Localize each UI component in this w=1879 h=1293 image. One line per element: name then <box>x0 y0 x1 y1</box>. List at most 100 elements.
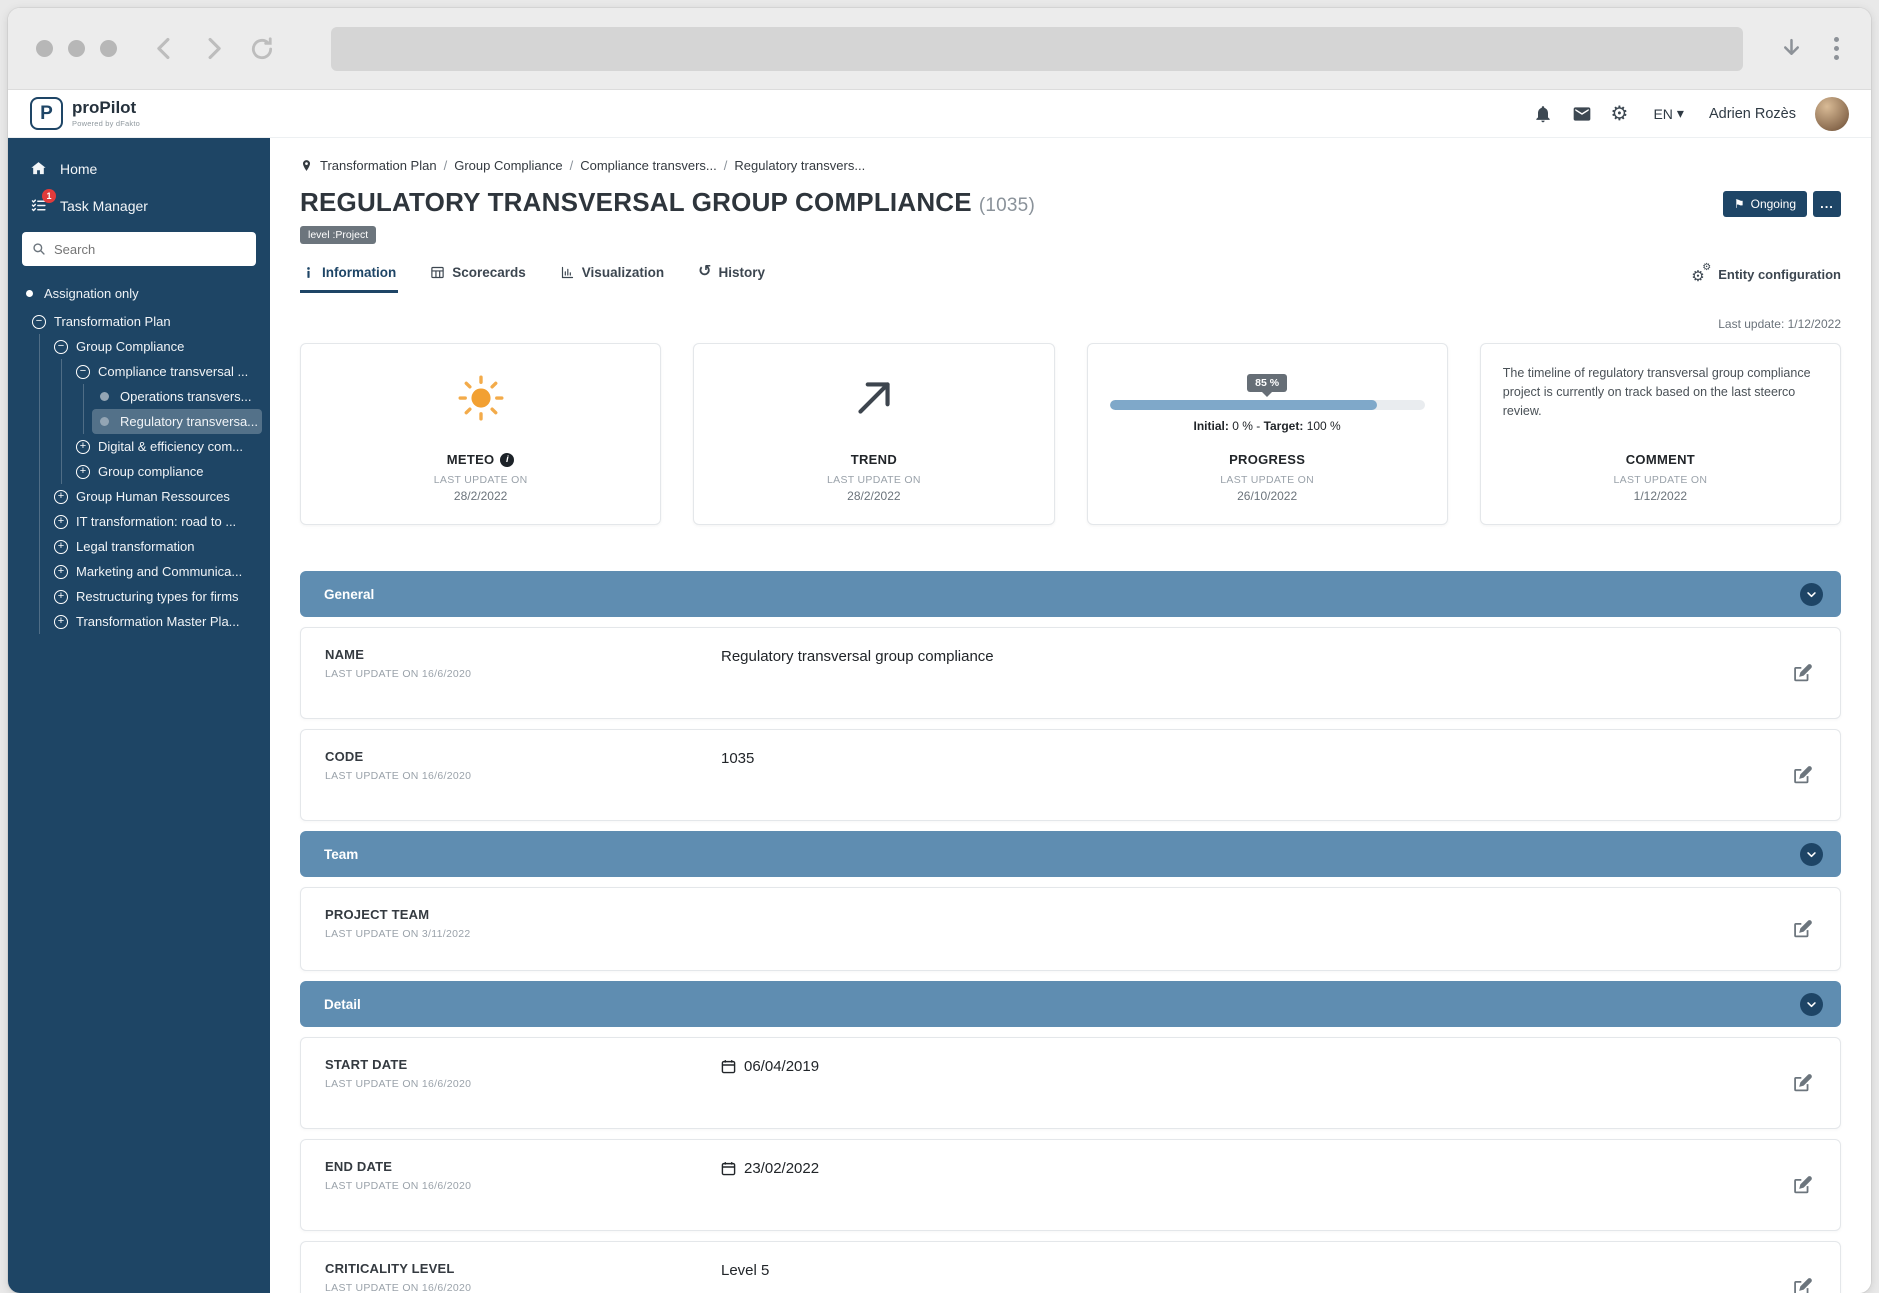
pencil-square-icon <box>1793 1074 1812 1093</box>
expand-icon[interactable]: + <box>54 515 68 529</box>
gears-icon: ⚙ ⚙ <box>1691 265 1711 283</box>
breadcrumb-item[interactable]: Regulatory transvers... <box>734 158 865 173</box>
brand-tagline: Powered by dFakto <box>72 119 140 128</box>
meteo-card[interactable]: METEO i LAST UPDATE ON 28/2/2022 <box>300 343 661 525</box>
task-badge: 1 <box>42 189 56 203</box>
brand-mark-icon: P <box>30 97 63 130</box>
expand-icon[interactable]: + <box>76 465 90 479</box>
app-window: P proPilot Powered by dFakto ⚙ EN ▾ Adri… <box>8 8 1871 1293</box>
expand-icon[interactable]: + <box>54 490 68 504</box>
search-input[interactable] <box>22 232 256 266</box>
section-header-detail[interactable]: Detail <box>300 981 1841 1027</box>
chevron-down-icon[interactable] <box>1800 843 1823 866</box>
edit-button[interactable] <box>1789 1172 1816 1199</box>
breadcrumb-item[interactable]: Compliance transvers... <box>580 158 717 173</box>
card-meta: LAST UPDATE ON <box>827 474 921 486</box>
edit-button[interactable] <box>1789 762 1816 789</box>
tab-history[interactable]: ↺ History <box>696 264 767 293</box>
tab-visualization[interactable]: Visualization <box>558 264 666 293</box>
tree-item-operations-transversal[interactable]: Operations transvers... <box>92 384 262 409</box>
info-circle-icon[interactable]: i <box>500 453 514 467</box>
section-header-team[interactable]: Team <box>300 831 1841 877</box>
tree-item-label: Restructuring types for firms <box>76 589 239 604</box>
sidebar-item-task-manager[interactable]: 1 Task Manager <box>8 187 270 224</box>
tree-item-group-compliance-child[interactable]: + Group compliance <box>70 459 262 484</box>
tree-item-label: Group compliance <box>98 464 204 479</box>
download-icon <box>1779 36 1804 61</box>
field-meta: LAST UPDATE ON 16/6/2020 <box>325 1180 721 1192</box>
collapse-icon[interactable]: − <box>54 340 68 354</box>
edit-button[interactable] <box>1789 1070 1816 1097</box>
avatar[interactable] <box>1815 97 1849 131</box>
breadcrumb-separator: / <box>444 158 448 173</box>
user-name: Adrien Rozès <box>1709 106 1796 122</box>
tree-item-group-human-ressources[interactable]: + Group Human Ressources <box>48 484 262 509</box>
chevron-down-icon[interactable] <box>1800 993 1823 1016</box>
tab-information[interactable]: Information <box>300 264 398 293</box>
tree-item-legal-transformation[interactable]: + Legal transformation <box>48 534 262 559</box>
sidebar-item-home[interactable]: Home <box>8 150 270 187</box>
breadcrumb: Transformation Plan / Group Compliance /… <box>300 158 1841 173</box>
settings-button[interactable]: ⚙ <box>1611 104 1629 124</box>
collapse-icon[interactable]: − <box>32 315 46 329</box>
tree-item-group-compliance[interactable]: − Group Compliance <box>48 334 262 359</box>
calendar-icon <box>721 1161 736 1176</box>
expand-icon[interactable]: + <box>54 540 68 554</box>
trend-card[interactable]: TREND LAST UPDATE ON 28/2/2022 <box>693 343 1054 525</box>
tree-item-it-transformation[interactable]: + IT transformation: road to ... <box>48 509 262 534</box>
status-badge[interactable]: ⚑ Ongoing <box>1723 191 1807 217</box>
chevron-down-icon[interactable] <box>1800 583 1823 606</box>
expand-icon[interactable]: + <box>54 590 68 604</box>
edit-button[interactable] <box>1789 660 1816 687</box>
bell-icon <box>1533 104 1553 124</box>
tree-item-regulatory-transversal[interactable]: Regulatory transversa... <box>92 409 262 434</box>
url-input[interactable] <box>331 27 1743 71</box>
browser-download-button[interactable] <box>1779 36 1804 61</box>
card-meta: LAST UPDATE ON <box>1220 474 1314 486</box>
tree-item-transformation-plan[interactable]: − Transformation Plan <box>26 309 262 334</box>
card-title: TREND <box>851 452 897 467</box>
section-header-general[interactable]: General <box>300 571 1841 617</box>
comment-card[interactable]: The timeline of regulatory transversal g… <box>1480 343 1841 525</box>
tree-item-restructuring-types[interactable]: + Restructuring types for firms <box>48 584 262 609</box>
expand-icon[interactable]: + <box>76 440 90 454</box>
tree-item-marketing-communication[interactable]: + Marketing and Communica... <box>48 559 262 584</box>
tree-item-digital-efficiency[interactable]: + Digital & efficiency com... <box>70 434 262 459</box>
browser-menu-button[interactable] <box>1830 33 1843 64</box>
messages-button[interactable] <box>1572 104 1592 124</box>
browser-back-button[interactable] <box>151 35 178 62</box>
expand-icon[interactable]: + <box>54 565 68 579</box>
tab-label: Visualization <box>582 265 664 280</box>
field-row-project-team: PROJECT TEAM LAST UPDATE ON 3/11/2022 <box>300 887 1841 971</box>
last-update: Last update: 1/12/2022 <box>300 317 1841 331</box>
expand-icon[interactable]: + <box>54 615 68 629</box>
field-label: END DATE <box>325 1159 721 1174</box>
edit-button[interactable] <box>1789 1274 1816 1293</box>
breadcrumb-item[interactable]: Group Compliance <box>454 158 562 173</box>
language-selector[interactable]: EN ▾ <box>1647 104 1689 123</box>
field-meta: LAST UPDATE ON 16/6/2020 <box>325 770 721 782</box>
assignation-only[interactable]: Assignation only <box>8 278 270 309</box>
breadcrumb-item[interactable]: Transformation Plan <box>320 158 437 173</box>
window-zoom-button[interactable] <box>100 40 117 57</box>
field-value: 1035 <box>721 750 1773 767</box>
tree-item-label: Group Human Ressources <box>76 489 230 504</box>
collapse-icon[interactable]: − <box>76 365 90 379</box>
tree-item-label: Marketing and Communica... <box>76 564 242 579</box>
tab-scorecards[interactable]: Scorecards <box>428 264 528 293</box>
browser-reload-button[interactable] <box>249 36 275 62</box>
comment-text: The timeline of regulatory transversal g… <box>1503 344 1818 420</box>
entity-configuration-button[interactable]: ⚙ ⚙ Entity configuration <box>1691 265 1841 293</box>
more-actions-button[interactable]: ... <box>1813 191 1841 217</box>
tree-item-transformation-master-plan[interactable]: + Transformation Master Pla... <box>48 609 262 634</box>
field-value: Level 5 <box>721 1262 1773 1279</box>
progress-card[interactable]: 85 % Initial: 0 % - Target: 100 % <box>1087 343 1448 525</box>
tree-item-compliance-transversal[interactable]: − Compliance transversal ... <box>70 359 262 384</box>
notifications-button[interactable] <box>1533 104 1553 124</box>
language-label: EN <box>1653 106 1672 122</box>
window-minimize-button[interactable] <box>68 40 85 57</box>
browser-forward-button[interactable] <box>200 35 227 62</box>
sidebar: Home 1 Task Manager Assignation only − <box>8 138 270 1293</box>
edit-button[interactable] <box>1789 916 1816 943</box>
window-close-button[interactable] <box>36 40 53 57</box>
